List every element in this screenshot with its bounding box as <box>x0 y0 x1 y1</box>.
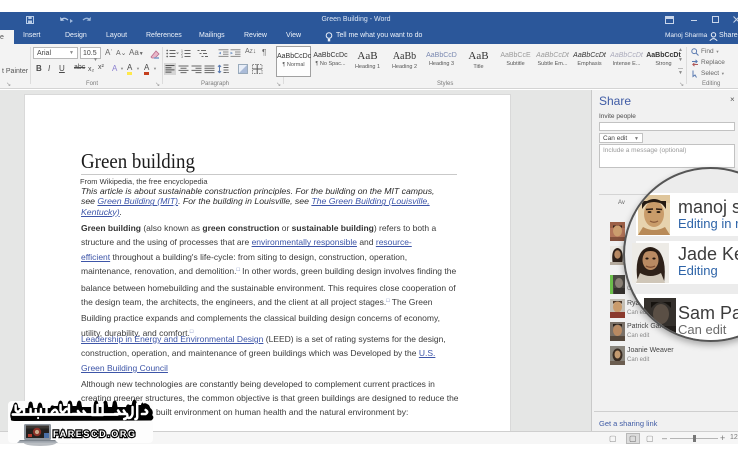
svg-text:FARESCD.ORG: FARESCD.ORG <box>53 429 137 439</box>
svg-text:3: 3 <box>181 55 183 58</box>
